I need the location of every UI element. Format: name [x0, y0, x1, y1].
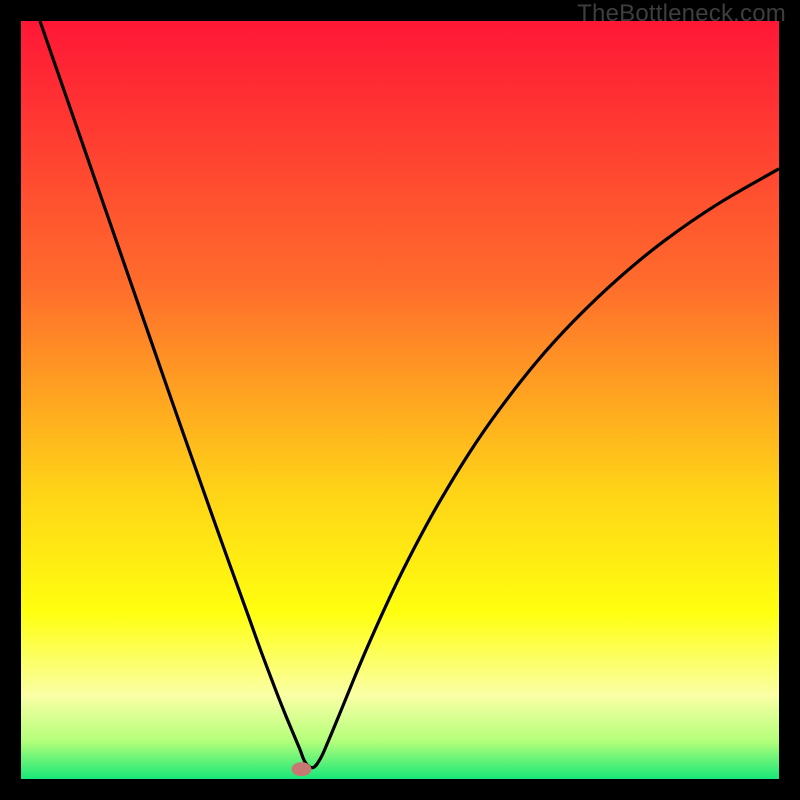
chart-frame [21, 21, 779, 779]
bottleneck-curve [21, 21, 779, 779]
source-label: TheBottleneck.com [577, 0, 786, 28]
